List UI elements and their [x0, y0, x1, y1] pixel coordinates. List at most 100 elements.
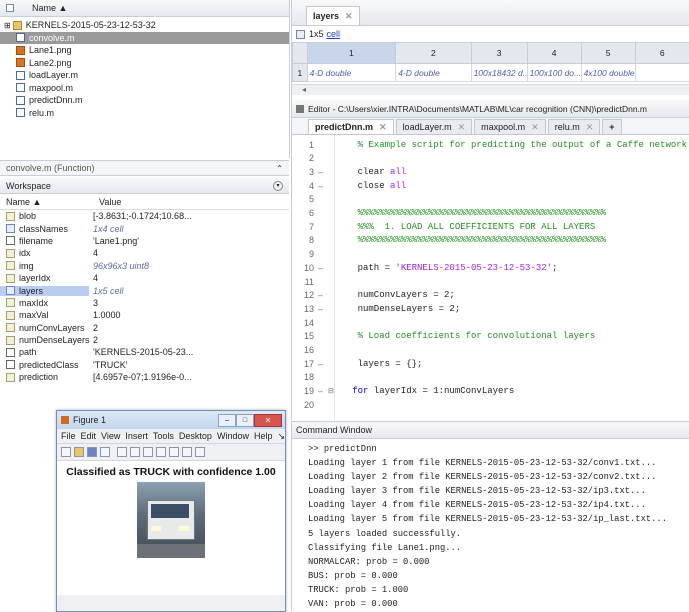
figure-menu-help[interactable]: Help [254, 431, 273, 441]
grid-row-header[interactable]: 1 [293, 64, 308, 82]
close-tab-icon[interactable]: ✕ [586, 122, 594, 133]
close-tab-icon[interactable]: ✕ [531, 122, 539, 133]
numeric-variable-icon [6, 298, 15, 307]
brush-icon[interactable] [195, 447, 205, 457]
print-icon[interactable] [100, 447, 110, 457]
save-icon[interactable] [87, 447, 97, 457]
crumb-cell-link[interactable]: cell [327, 29, 341, 39]
rotate-icon[interactable] [169, 447, 179, 457]
expand-icon[interactable]: ⊞ [4, 21, 11, 30]
folder-row[interactable]: ⊞ KERNELS-2015-05-23-12-53-32 [0, 19, 289, 32]
file-item[interactable]: maxpool.m [0, 82, 289, 95]
collapse-up-icon[interactable]: ⌃ [276, 164, 283, 173]
grid-cell[interactable] [635, 64, 689, 82]
grid-col-header[interactable]: 4 [527, 43, 581, 64]
close-tab-icon[interactable]: ✕ [458, 122, 466, 133]
workspace-row[interactable]: classNames 1x4 cell [0, 222, 289, 234]
workspace-row[interactable]: maxIdx 3 [0, 297, 289, 309]
figure-menu-insert[interactable]: Insert [125, 431, 148, 441]
grid-col-header[interactable]: 3 [471, 43, 527, 64]
new-tab-button[interactable]: + [602, 119, 621, 134]
close-tab-icon[interactable]: ✕ [379, 122, 387, 133]
code-line: 19–⊟ for layerIdx = 1:numConvLayers [292, 385, 689, 398]
grid-col-header[interactable]: 2 [396, 43, 471, 64]
zoom-in-icon[interactable] [130, 447, 140, 457]
grid-cell[interactable]: 100x100 do... [527, 64, 581, 82]
editor-tab[interactable]: relu.m✕ [548, 119, 601, 134]
file-item[interactable]: convolve.m [0, 32, 289, 45]
breakpoint-marker[interactable]: – [318, 386, 328, 396]
command-output[interactable]: >> predictDnnLoading layer 1 from file K… [292, 439, 689, 611]
zoom-out-icon[interactable] [143, 447, 153, 457]
code-text: path = 'KERNELS-2015-05-23-12-53-32'; [336, 263, 557, 273]
data-cursor-icon[interactable] [182, 447, 192, 457]
ws-col-name[interactable]: Name ▲ [0, 197, 95, 207]
figure-titlebar[interactable]: Figure 1 − □ ✕ [57, 411, 285, 429]
details-bar[interactable]: convolve.m (Function) ⌃ [0, 160, 289, 176]
file-item[interactable]: relu.m [0, 107, 289, 120]
editor-tab[interactable]: loadLayer.m✕ [396, 119, 473, 134]
line-number: 19 [292, 386, 314, 396]
close-tab-icon[interactable]: ✕ [345, 11, 353, 22]
grid-col-header[interactable]: 5 [581, 43, 635, 64]
breakpoint-marker[interactable]: – [318, 181, 328, 191]
workspace-row[interactable]: predictedClass 'TRUCK' [0, 359, 289, 371]
editor-tab[interactable]: predictDnn.m✕ [308, 119, 394, 134]
workspace-row[interactable]: prediction [4.6957e-07;1.9196e-0... [0, 371, 289, 383]
code-line: 11 [292, 275, 689, 288]
breakpoint-marker[interactable]: – [318, 359, 328, 369]
file-item[interactable]: predictDnn.m [0, 94, 289, 107]
ws-col-value[interactable]: Value [95, 197, 121, 207]
grid-cell[interactable]: 4-D double [396, 64, 471, 82]
pointer-icon[interactable] [117, 447, 127, 457]
file-browser-header[interactable]: Name ▲ [0, 0, 289, 17]
open-file-icon[interactable] [74, 447, 84, 457]
workspace-row[interactable]: filename 'Lane1.png' [0, 235, 289, 247]
workspace-row[interactable]: maxVal 1.0000 [0, 309, 289, 321]
workspace-row[interactable]: idx 4 [0, 247, 289, 259]
command-window-titlebar: Command Window [292, 422, 689, 439]
workspace-row[interactable]: path 'KERNELS-2015-05-23... [0, 346, 289, 358]
figure-menu-edit[interactable]: Edit [81, 431, 97, 441]
code-line: 16 [292, 344, 689, 357]
menu-overflow-icon[interactable]: ↘ [277, 431, 285, 442]
scroll-left-icon[interactable]: ◂ [302, 85, 306, 94]
workspace-menu-icon[interactable]: ▾ [273, 181, 283, 191]
figure-menu-file[interactable]: File [61, 431, 76, 441]
minimize-button[interactable]: − [218, 414, 236, 427]
workspace-row[interactable]: blob [-3.8631;-0.1724;10.68... [0, 210, 289, 222]
file-item[interactable]: loadLayer.m [0, 69, 289, 82]
breakpoint-marker[interactable]: – [318, 304, 328, 314]
figure-menu-window[interactable]: Window [217, 431, 249, 441]
column-name-header[interactable]: Name ▲ [32, 3, 67, 13]
new-figure-icon[interactable] [61, 447, 71, 457]
file-item[interactable]: Lane1.png [0, 44, 289, 57]
workspace-row[interactable]: layers 1x5 cell [0, 284, 289, 296]
breakpoint-marker[interactable]: – [318, 167, 328, 177]
figure-toolbar [57, 443, 285, 461]
figure-menu-desktop[interactable]: Desktop [179, 431, 212, 441]
figure-menu-tools[interactable]: Tools [153, 431, 174, 441]
breakpoint-marker[interactable]: – [318, 263, 328, 273]
close-button[interactable]: ✕ [254, 414, 282, 427]
pan-icon[interactable] [156, 447, 166, 457]
file-item[interactable]: Lane2.png [0, 57, 289, 70]
workspace-row[interactable]: img 96x96x3 uint8 [0, 260, 289, 272]
code-area[interactable]: 1 % Example script for predicting the ou… [292, 135, 689, 420]
workspace-row[interactable]: numDenseLayers 2 [0, 334, 289, 346]
grid-cell[interactable]: 4-D double [307, 64, 396, 82]
tab-layers[interactable]: layers✕ [306, 6, 360, 25]
figure-menu-view[interactable]: View [101, 431, 120, 441]
command-window-title: Command Window [296, 425, 372, 435]
grid-col-header[interactable]: 6 [635, 43, 689, 64]
var-editor-hscroll[interactable]: ◂ [292, 84, 689, 95]
workspace-row[interactable]: layerIdx 4 [0, 272, 289, 284]
maximize-button[interactable]: □ [236, 414, 254, 427]
editor-tab[interactable]: maxpool.m✕ [474, 119, 546, 134]
grid-col-header[interactable]: 1 [307, 43, 396, 64]
workspace-row[interactable]: numConvLayers 2 [0, 322, 289, 334]
fold-icon[interactable]: ⊟ [328, 387, 336, 395]
grid-cell[interactable]: 100x18432 d... [471, 64, 527, 82]
grid-cell[interactable]: 4x100 double [581, 64, 635, 82]
breakpoint-marker[interactable]: – [318, 290, 328, 300]
